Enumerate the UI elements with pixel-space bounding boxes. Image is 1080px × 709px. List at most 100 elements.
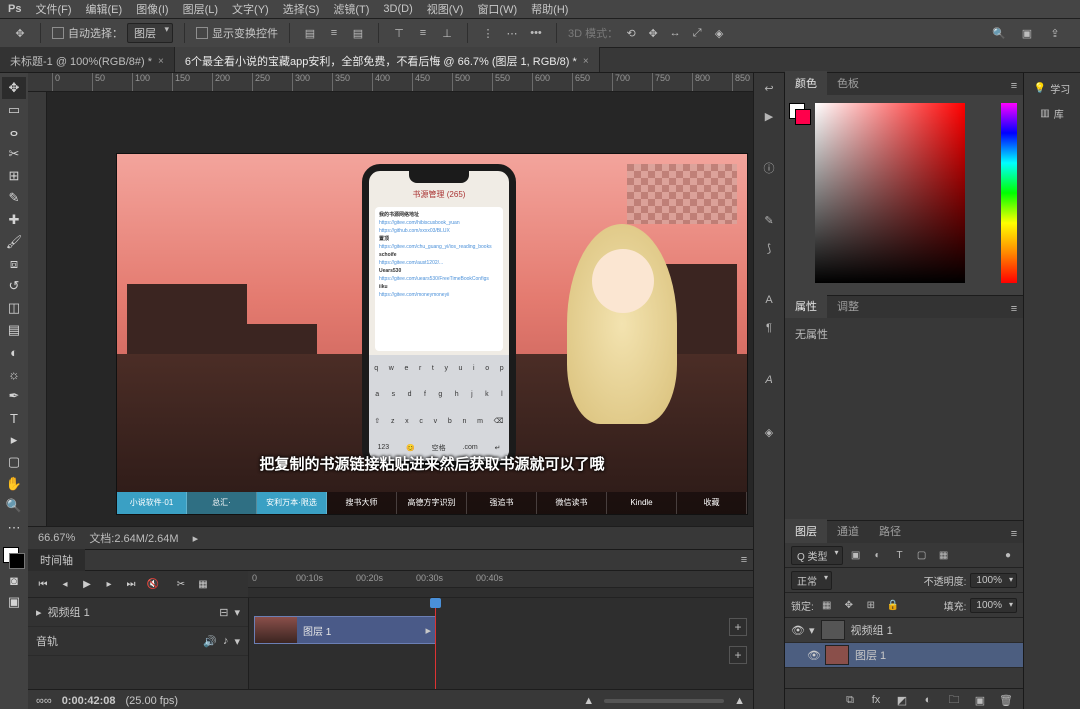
menu-select[interactable]: 选择(S) (283, 1, 320, 17)
align-right-icon[interactable]: ▤ (349, 24, 367, 42)
tab-close-icon[interactable]: × (583, 56, 589, 67)
visibility-icon[interactable]: 👁 (807, 649, 819, 662)
lock-artboard-icon[interactable]: ⊞ (862, 596, 880, 614)
timeline-ruler[interactable]: 0 00:10s 00:20s 00:30s 00:40s (248, 571, 753, 588)
music-note-icon[interactable]: ♪ (223, 635, 229, 647)
tl-zoom-in-icon[interactable]: ▲ (734, 695, 745, 707)
brush-tool[interactable]: 🖌 (2, 231, 26, 253)
lock-position-icon[interactable]: ✥ (840, 596, 858, 614)
dock-history-icon[interactable]: ↩ (760, 79, 778, 97)
dock-action-icon[interactable]: ▶ (760, 107, 778, 125)
layer-fx-icon[interactable]: fx (867, 691, 885, 709)
tl-mute-icon[interactable]: 🔇 (146, 577, 160, 591)
panel-menu-icon[interactable]: ≡ (1005, 525, 1023, 543)
filter-image-icon[interactable]: ▣ (847, 546, 865, 564)
canvas[interactable]: 书源管理 (265) 我的书源网络地址 https://gitee.com/hi… (47, 92, 753, 526)
show-transform-checkbox[interactable] (196, 27, 208, 39)
tab-close-icon[interactable]: × (158, 56, 164, 67)
clip-caret-icon[interactable]: ▸ (425, 624, 435, 637)
tab-channels[interactable]: 通道 (827, 519, 869, 543)
more-align-icon[interactable]: ••• (527, 24, 545, 42)
tab-swatches[interactable]: 色板 (827, 71, 869, 95)
align-left-icon[interactable]: ▤ (301, 24, 319, 42)
workspace-icon[interactable]: ▣ (1018, 24, 1036, 42)
history-brush-tool[interactable]: ↺ (2, 275, 26, 297)
tab-paths[interactable]: 路径 (869, 519, 911, 543)
color-panel[interactable] (785, 95, 1023, 295)
tab-properties[interactable]: 属性 (785, 294, 827, 318)
color-field[interactable] (815, 103, 965, 283)
zoom-tool[interactable]: 🔍 (2, 495, 26, 517)
distribute-h-icon[interactable]: ⋮ (479, 24, 497, 42)
screen-mode-icon[interactable]: ▣ (2, 591, 26, 613)
status-caret-icon[interactable]: ▸ (193, 532, 199, 545)
dodge-tool[interactable]: ☼ (2, 363, 26, 385)
link-layers-icon[interactable]: ⧉ (841, 691, 859, 709)
tl-last-frame-icon[interactable]: ⏭ (124, 577, 138, 591)
menu-3d[interactable]: 3D(D) (383, 3, 412, 15)
lock-pixels-icon[interactable]: ▦ (818, 596, 836, 614)
tl-zoom-out-icon[interactable]: ▲ (583, 695, 594, 707)
track-strip-icon[interactable]: ⊟ (219, 606, 228, 619)
tl-next-frame-icon[interactable]: ▸ (102, 577, 116, 591)
search-icon[interactable]: 🔍 (990, 24, 1008, 42)
layer-row-group[interactable]: 👁 ▾ 视频组 1 (785, 618, 1023, 643)
align-top-icon[interactable]: ⊤ (390, 24, 408, 42)
move-tool[interactable]: ✥ (2, 77, 26, 99)
dock-brushsettings-icon[interactable]: ⟆ (760, 239, 778, 257)
layer-row-1[interactable]: 👁 图层 1 (785, 643, 1023, 668)
fill-input[interactable]: 100% (970, 598, 1017, 613)
menu-type[interactable]: 文字(Y) (232, 1, 269, 17)
tab-color[interactable]: 颜色 (785, 71, 827, 95)
timeline-tab[interactable]: 时间轴 (28, 549, 85, 571)
dock-info-icon[interactable]: ⓘ (760, 159, 778, 177)
dock-paragraph-icon[interactable]: ¶ (760, 319, 778, 337)
add-video-track-button[interactable]: + (729, 618, 747, 636)
layer-name[interactable]: 图层 1 (855, 647, 886, 663)
type-tool[interactable]: T (2, 407, 26, 429)
filter-toggle-icon[interactable]: ● (999, 546, 1017, 564)
add-audio-track-button[interactable]: + (729, 646, 747, 664)
lasso-tool[interactable]: ⴰ (2, 121, 26, 143)
tab-layers[interactable]: 图层 (785, 519, 827, 543)
layer-name[interactable]: 视频组 1 (851, 622, 893, 638)
hue-slider[interactable] (1001, 103, 1017, 283)
blend-mode-dropdown[interactable]: 正常 (791, 571, 832, 590)
menu-window[interactable]: 窗口(W) (477, 1, 517, 17)
dock-glyphs-icon[interactable]: A (760, 371, 778, 389)
visibility-icon[interactable]: 👁 (791, 624, 803, 637)
align-bottom-icon[interactable]: ⊥ (438, 24, 456, 42)
menu-filter[interactable]: 滤镜(T) (333, 1, 369, 17)
timeline-zoom-slider[interactable] (604, 699, 724, 703)
new-layer-icon[interactable]: ▣ (971, 691, 989, 709)
panel-menu-icon[interactable]: ≡ (1005, 300, 1023, 318)
healing-tool[interactable]: ✚ (2, 209, 26, 231)
filter-adjust-icon[interactable]: ◐ (869, 546, 887, 564)
tl-prev-frame-icon[interactable]: ◂ (58, 577, 72, 591)
path-select-tool[interactable]: ▸ (2, 429, 26, 451)
layer-filter-dropdown[interactable]: Q 类型 (791, 546, 843, 565)
new-adjustment-icon[interactable]: ◐ (919, 691, 937, 709)
eraser-tool[interactable]: ◫ (2, 297, 26, 319)
dock-brushes-icon[interactable]: ✎ (760, 211, 778, 229)
menu-help[interactable]: 帮助(H) (531, 1, 568, 17)
lock-all-icon[interactable]: 🔒 (884, 596, 902, 614)
dock-3d-icon[interactable]: ◈ (760, 423, 778, 441)
zoom-level[interactable]: 66.67% (38, 532, 75, 544)
track-audio[interactable]: 音轨🔊♪▾ (28, 627, 248, 656)
timeline-track-area[interactable]: 图层 1 ▸ + + (249, 598, 753, 689)
tl-play-icon[interactable]: ▶ (80, 577, 94, 591)
document-tab-1[interactable]: 未标题-1 @ 100%(RGB/8#) *× (0, 47, 175, 72)
tl-first-frame-icon[interactable]: ⏮ (36, 577, 50, 591)
group-caret-icon[interactable]: ▾ (809, 624, 815, 637)
pen-tool[interactable]: ✒ (2, 385, 26, 407)
stamp-tool[interactable]: ⧈ (2, 253, 26, 275)
document-tab-2[interactable]: 6个最全看小说的宝藏app安利，全部免费，不看后悔 @ 66.7% (图层 1,… (175, 47, 600, 72)
auto-select-checkbox[interactable] (52, 27, 64, 39)
hand-tool[interactable]: ✋ (2, 473, 26, 495)
tl-frames-icon[interactable]: ∞∞ (36, 695, 52, 707)
menu-file[interactable]: 文件(F) (35, 1, 71, 17)
tl-transition-icon[interactable]: ▦ (196, 577, 210, 591)
blur-tool[interactable]: ◐ (2, 341, 26, 363)
menu-layer[interactable]: 图层(L) (183, 1, 218, 17)
